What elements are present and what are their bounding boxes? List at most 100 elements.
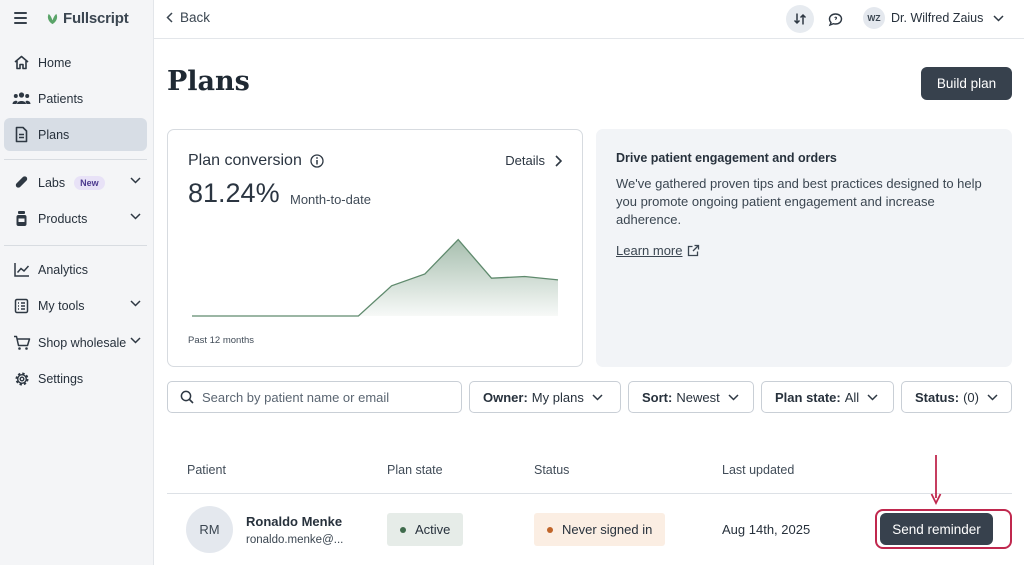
filter-value: All <box>844 389 860 405</box>
sidebar-item-patients[interactable]: Patients <box>4 82 147 115</box>
sidebar-item-label: My tools <box>38 298 85 313</box>
fullscript-logo[interactable]: Fullscript <box>46 10 129 27</box>
chat-bubble-icon <box>828 12 842 26</box>
column-header-last-updated[interactable]: Last updated <box>722 463 794 477</box>
chevron-left-icon <box>166 12 173 23</box>
chevron-down-icon[interactable] <box>130 337 141 344</box>
document-icon <box>12 125 31 144</box>
user-name: Dr. Wilfred Zaius <box>891 11 984 25</box>
user-menu[interactable]: WZ Dr. Wilfred Zaius <box>863 7 1004 29</box>
filter-value: My plans <box>531 389 584 405</box>
owner-filter[interactable]: Owner: My plans <box>469 381 621 413</box>
back-label: Back <box>180 10 211 25</box>
search-icon <box>180 390 194 404</box>
sidebar-item-label: Home <box>38 55 72 70</box>
chevron-down-icon[interactable] <box>130 177 141 184</box>
chevron-down-icon <box>993 14 1004 22</box>
learn-more-link[interactable]: Learn more <box>616 243 700 258</box>
external-link-icon <box>688 244 700 257</box>
filter-value: Newest <box>676 389 720 405</box>
column-header-patient[interactable]: Patient <box>187 463 226 477</box>
chart-footer: Past 12 months <box>188 335 255 346</box>
info-card-title: Drive patient engagement and orders <box>616 151 837 165</box>
chevron-down-icon <box>987 393 998 401</box>
sidebar-item-labs[interactable]: Labs New <box>4 166 147 199</box>
conversion-value: 81.24% <box>188 178 280 208</box>
switch-icon-button[interactable] <box>786 5 814 33</box>
sidebar-item-label: Patients <box>38 91 84 106</box>
status-dot <box>400 526 406 533</box>
filter-key: Owner: <box>483 389 528 405</box>
filter-key: Plan state: <box>775 389 841 405</box>
plan-conversion-card: Plan conversion Details 81.24% Month-to-… <box>167 129 583 367</box>
build-plan-button[interactable]: Build plan <box>921 67 1012 100</box>
filter-key: Status: <box>915 389 960 405</box>
patients-icon <box>12 89 31 108</box>
chevron-down-icon <box>728 393 739 401</box>
patient-avatar: RM <box>186 506 233 553</box>
sidebar-item-shop-wholesale[interactable]: Shop wholesale <box>4 326 147 359</box>
user-avatar: WZ <box>863 7 885 29</box>
sidebar-item-label: Settings <box>38 371 84 386</box>
sidebar-item-home[interactable]: Home <box>4 46 147 79</box>
engagement-info-card: Drive patient engagement and orders We'v… <box>596 129 1012 367</box>
labs-icon <box>12 173 31 192</box>
sidebar-item-products[interactable]: Products <box>4 202 147 235</box>
chat-icon-button[interactable] <box>821 5 849 33</box>
sidebar-item-plans[interactable]: Plans <box>4 118 147 151</box>
chevron-right-icon <box>555 154 562 167</box>
filter-value: (0) <box>963 389 979 405</box>
chevron-down-icon <box>867 393 878 401</box>
plan-conversion-title: Plan conversion <box>188 152 324 170</box>
filter-key: Sort: <box>642 389 673 405</box>
sidebar-item-label: Products <box>38 211 88 226</box>
swap-icon <box>793 13 807 25</box>
back-button[interactable]: Back <box>166 10 210 25</box>
brand-name: Fullscript <box>63 10 129 27</box>
sort-filter[interactable]: Sort: Newest <box>628 381 754 413</box>
column-header-plan-state[interactable]: Plan state <box>387 463 443 477</box>
status-filter[interactable]: Status: (0) <box>901 381 1012 413</box>
sidebar-item-label: Labs <box>38 175 66 190</box>
sidebar-item-label: Analytics <box>38 262 89 277</box>
search-input[interactable] <box>202 389 452 405</box>
gear-icon <box>12 369 31 388</box>
sidebar-item-settings[interactable]: Settings <box>4 362 147 395</box>
status-badge: Never signed in <box>534 513 666 546</box>
tools-icon <box>12 296 31 315</box>
learn-more-label: Learn more <box>616 243 683 258</box>
column-header-status[interactable]: Status <box>534 463 569 477</box>
annotation-arrow-icon <box>930 455 942 506</box>
status-label: Never signed in <box>562 522 653 537</box>
info-card-body: We've gathered proven tips and best prac… <box>616 176 982 227</box>
chevron-down-icon <box>592 393 603 401</box>
brand-bar: Fullscript <box>0 0 154 38</box>
conversion-period: Month-to-date <box>290 192 371 207</box>
chevron-down-icon[interactable] <box>130 213 141 220</box>
info-icon[interactable] <box>310 154 324 168</box>
page-title: Plans <box>167 66 250 97</box>
card-title-text: Plan conversion <box>188 152 302 169</box>
details-label: Details <box>505 153 545 168</box>
details-link[interactable]: Details <box>505 153 562 168</box>
status-dot <box>547 526 553 533</box>
sidebar-item-label: Plans <box>38 127 70 142</box>
new-badge: New <box>74 175 105 190</box>
chevron-down-icon[interactable] <box>130 300 141 307</box>
table-divider <box>167 493 1012 494</box>
plan-state-filter[interactable]: Plan state: All <box>761 381 894 413</box>
sidebar-item-analytics[interactable]: Analytics <box>4 253 147 286</box>
sidebar: Fullscript Home Patients Plans Labs New … <box>0 0 154 565</box>
patient-search[interactable] <box>167 381 462 413</box>
menu-icon[interactable] <box>14 12 27 24</box>
sidebar-item-label: Shop wholesale <box>38 335 127 350</box>
plan-state-label: Active <box>415 522 451 537</box>
sidebar-divider <box>4 245 147 246</box>
sidebar-item-my-tools[interactable]: My tools <box>4 289 147 322</box>
sidebar-divider <box>4 159 147 160</box>
patient-name[interactable]: Ronaldo Menke <box>246 514 342 529</box>
chart-line-icon <box>12 260 31 279</box>
patient-email: ronaldo.menke@... <box>246 534 344 546</box>
highlight-box <box>875 509 1012 549</box>
bottle-icon <box>12 209 31 228</box>
